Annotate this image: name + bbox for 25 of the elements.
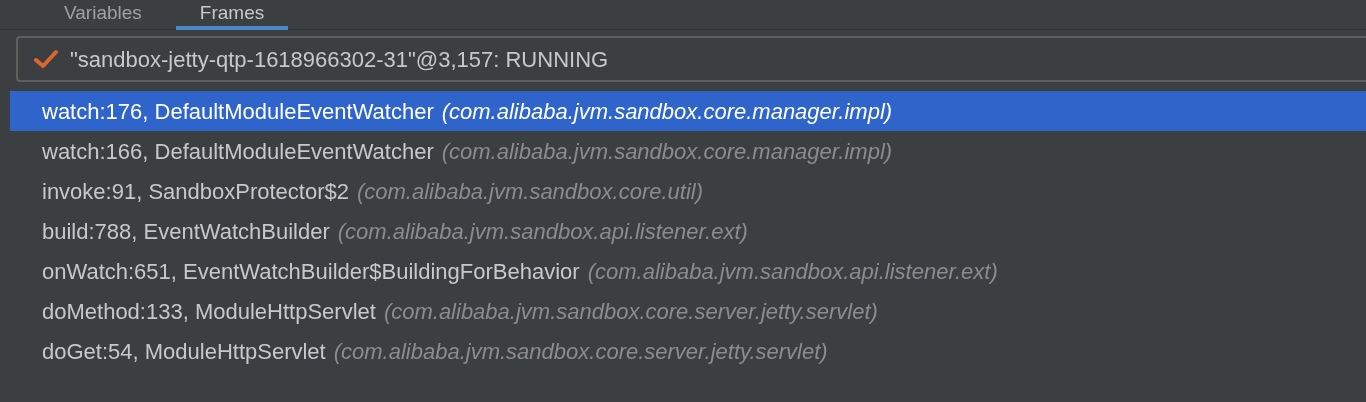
frame-method: onWatch:651, EventWatchBuilder$BuildingForBehavior — [42, 257, 580, 286]
stack-frame-row[interactable]: watch:166, DefaultModuleEventWatcher (com.alibaba.jvm.sandbox.core.manager.impl) — [10, 131, 1366, 171]
stack-frame-row[interactable]: onWatch:651, EventWatchBuilder$BuildingForBehavior (com.alibaba.jvm.sandbox.api.listener.ext) — [10, 251, 1366, 291]
frame-method: watch:176, DefaultModuleEventWatcher — [42, 97, 434, 126]
frame-package: (com.alibaba.jvm.sandbox.core.manager.impl) — [441, 137, 893, 166]
frame-method: doMethod:133, ModuleHttpServlet — [42, 297, 376, 326]
panel-tab[interactable]: Variables — [40, 0, 166, 30]
thread-name: "sandbox-jetty-qtp-1618966302-31"@3,157: RUNNING — [70, 45, 609, 74]
panel-tab[interactable]: Frames — [175, 0, 289, 30]
frame-package: (com.alibaba.jvm.sandbox.core.server.jetty.servlet) — [333, 337, 828, 366]
frame-method: doGet:54, ModuleHttpServlet — [42, 337, 326, 366]
stack-frame-row[interactable]: doGet:54, ModuleHttpServlet (com.alibaba.jvm.sandbox.core.server.jetty.servlet) — [10, 331, 1366, 371]
stack-frame-row[interactable]: invoke:91, SandboxProtector$2 (com.alibaba.jvm.sandbox.core.util) — [10, 171, 1366, 211]
thread-dropdown[interactable]: "sandbox-jetty-qtp-1618966302-31"@3,157: RUNNING — [16, 36, 1366, 82]
frame-package: (com.alibaba.jvm.sandbox.core.server.jetty.servlet) — [383, 297, 878, 326]
frame-package: (com.alibaba.jvm.sandbox.api.listener.ext) — [587, 257, 998, 286]
frame-package: (com.alibaba.jvm.sandbox.api.listener.ext) — [337, 217, 748, 246]
frame-method: invoke:91, SandboxProtector$2 — [42, 177, 349, 206]
stack-frame-row[interactable]: watch:176, DefaultModuleEventWatcher (com.alibaba.jvm.sandbox.core.manager.impl) — [10, 91, 1366, 131]
frame-method: build:788, EventWatchBuilder — [42, 217, 330, 246]
frame-package: (com.alibaba.jvm.sandbox.core.manager.impl) — [441, 97, 893, 126]
frame-method: watch:166, DefaultModuleEventWatcher — [42, 137, 434, 166]
stack-frame-row[interactable]: build:788, EventWatchBuilder (com.alibaba.jvm.sandbox.api.listener.ext) — [10, 211, 1366, 251]
stack-frame-row[interactable]: doMethod:133, ModuleHttpServlet (com.alibaba.jvm.sandbox.core.server.jetty.servlet) — [10, 291, 1366, 331]
frame-package: (com.alibaba.jvm.sandbox.core.util) — [357, 177, 704, 206]
